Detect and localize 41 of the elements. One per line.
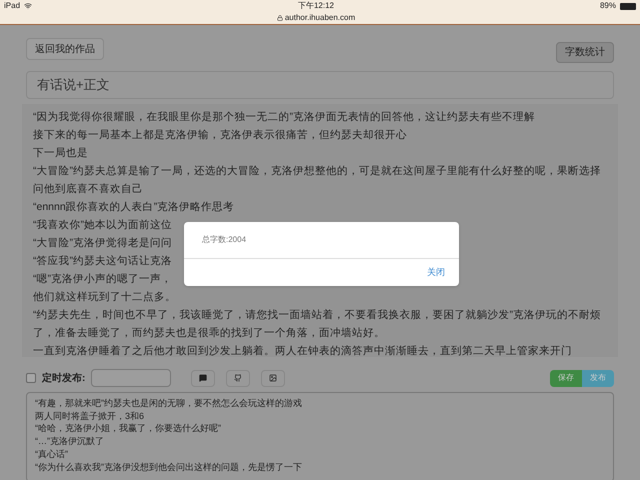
content-line: “因为我觉得你很耀眼，在我眼里你是那个独一无二的”克洛伊面无表情的回答他，这让约瑟夫有些不理解 bbox=[33, 110, 535, 125]
content-line: “嗯”克洛伊小声的嗯了一声， bbox=[33, 272, 172, 287]
schedule-checkbox[interactable] bbox=[26, 373, 36, 383]
content-line: 他们就这样玩到了十二点多。 bbox=[33, 290, 176, 305]
url-text[interactable]: author.ihuaben.com bbox=[284, 12, 356, 24]
image-button[interactable] bbox=[261, 370, 286, 386]
content-line: “答应我”约瑟夫这句话让克洛 bbox=[33, 254, 172, 269]
back-button[interactable]: 返回我的作品 bbox=[26, 38, 104, 60]
title-field[interactable]: 有话说+正文 bbox=[26, 71, 614, 99]
content-line: 一直到克洛伊睡着了之后他才敢回到沙发上躺着。两人在钟表的滴答声中渐渐睡去，直到第二天早上管家来开门 bbox=[33, 344, 572, 359]
lock-icon bbox=[276, 15, 283, 21]
content-line: 接下来的每一局基本上都是克洛伊输，克洛伊表示很痛苦，但约瑟夫却很开心 bbox=[33, 128, 407, 143]
preview-line: “…”克洛伊沉默了 bbox=[35, 435, 105, 448]
cat-icon bbox=[234, 374, 242, 382]
preview-line: “有趣，那就来吧”约瑟夫也是闲的无聊，要不然怎么会玩这样的游戏 bbox=[35, 397, 303, 410]
content-line: “大冒险”约瑟夫总算是输了一局，还选的大冒险，克洛伊想整他的，可是就在这间屋子里能有什么好整的呢，果断选择问他到底喜不喜欢自己 bbox=[33, 164, 602, 197]
word-count-button[interactable]: 字数统计 bbox=[556, 42, 614, 63]
content-line: “约瑟夫先生，时间也不早了，我该睡觉了，请您找一面墙站着，不要看我换衣服，要困了就躺沙发”克洛伊玩的不耐烦了，准备去睡觉了，而约瑟夫也是很乖的找到了一个角落，面冲墙站好。 bbox=[33, 308, 602, 341]
preview-line: “你为什么喜欢我”克洛伊没想到他会问出这样的问题，先是愣了一下 bbox=[35, 460, 303, 474]
content-line: “大冒险”克洛伊觉得老是问问 bbox=[33, 236, 172, 251]
preview-line: “真心话” bbox=[35, 448, 69, 461]
preview-line: “哈哈，克洛伊小姐，我赢了，你要选什么好呢” bbox=[35, 422, 222, 436]
dialog-message: 总字数:2004 bbox=[202, 234, 246, 246]
clock: 下午12:12 bbox=[298, 0, 334, 12]
schedule-input[interactable] bbox=[91, 369, 172, 387]
wifi-icon bbox=[24, 2, 32, 10]
preview-line: 两人同时将盖子掀开，3和6 bbox=[35, 410, 146, 422]
preview-area[interactable]: “有趣，那就来吧”约瑟夫也是闲的无聊，要不然怎么会玩这样的游戏 两人同时将盖子掀开，3和6 “哈哈，克洛伊小姐，我赢了，你要选什么好呢” “…”克洛伊沉默了 “真心话” “你为什么喜欢我”克洛伊没想到他会问出这样的问题，先是愣了一下 bbox=[26, 392, 614, 480]
battery-icon bbox=[620, 2, 636, 10]
comment-button[interactable] bbox=[191, 370, 216, 386]
image-icon bbox=[269, 374, 278, 382]
battery-text: 89% bbox=[600, 0, 616, 12]
schedule-label: 定时发布: bbox=[42, 371, 86, 386]
device-name: iPad bbox=[4, 0, 20, 12]
content-line: “我喜欢你”她本以为面前这位 bbox=[33, 218, 172, 233]
speech-bubble-icon bbox=[199, 374, 208, 382]
cat-button[interactable] bbox=[226, 370, 250, 386]
content-line: 下一局也是 bbox=[33, 146, 88, 161]
save-button[interactable]: 保存 bbox=[550, 370, 582, 386]
content-line: “ennnn跟你喜欢的人表白”克洛伊略作思考 bbox=[33, 200, 234, 215]
close-button[interactable]: 关闭 bbox=[427, 266, 445, 280]
